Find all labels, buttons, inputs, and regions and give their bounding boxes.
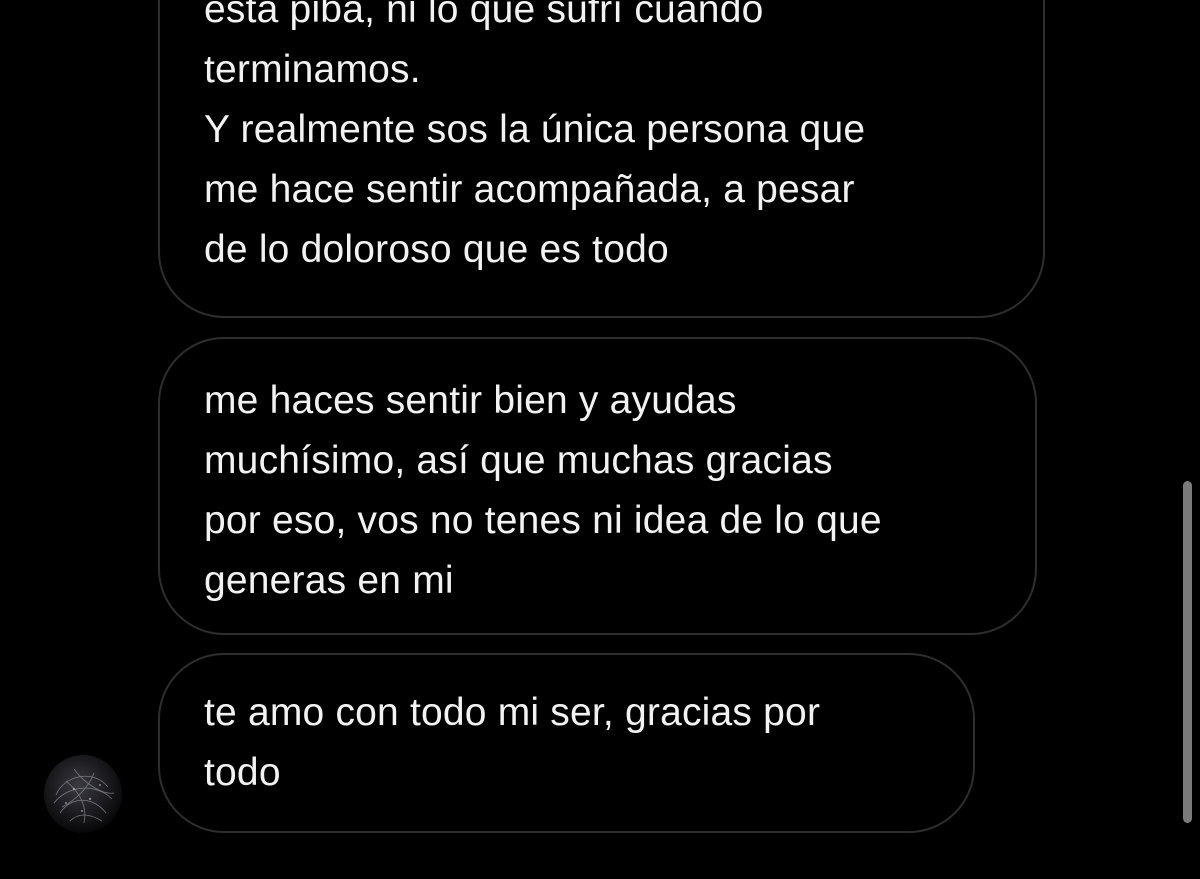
scrollbar-thumb[interactable] (1183, 481, 1192, 823)
message-line: de lo doloroso que es todo (204, 228, 669, 271)
message-text: me haces sentir bien y ayudas muchísimo,… (204, 371, 882, 611)
message-text: esta piba, ni lo que sufrí cuando termin… (204, 0, 865, 280)
message-line: terminamos. (204, 48, 421, 91)
message-text: te amo con todo mi ser, gracias por todo (204, 683, 820, 803)
message-line: todo (204, 751, 281, 794)
chat-thread[interactable]: esta piba, ni lo que sufrí cuando termin… (0, 0, 1200, 879)
message-bubble[interactable]: me haces sentir bien y ayudas muchísimo,… (158, 337, 1037, 635)
message-line: por eso, vos no tenes ni idea de lo que (204, 499, 882, 542)
message-line: me haces sentir bien y ayudas (204, 379, 737, 422)
message-bubble[interactable]: esta piba, ni lo que sufrí cuando termin… (158, 0, 1045, 318)
message-line: Y realmente sos la única persona que (204, 108, 866, 151)
message-line: muchísimo, así que muchas gracias (204, 439, 833, 482)
message-bubble[interactable]: te amo con todo mi ser, gracias por todo (158, 653, 975, 833)
avatar-image (53, 768, 115, 824)
message-line: te amo con todo mi ser, gracias por (204, 691, 821, 734)
sender-avatar[interactable] (44, 755, 122, 833)
message-line: me hace sentir acompañada, a pesar (204, 168, 855, 211)
message-line: generas en mi (204, 559, 454, 602)
message-line: esta piba, ni lo que sufrí cuando (204, 0, 764, 31)
